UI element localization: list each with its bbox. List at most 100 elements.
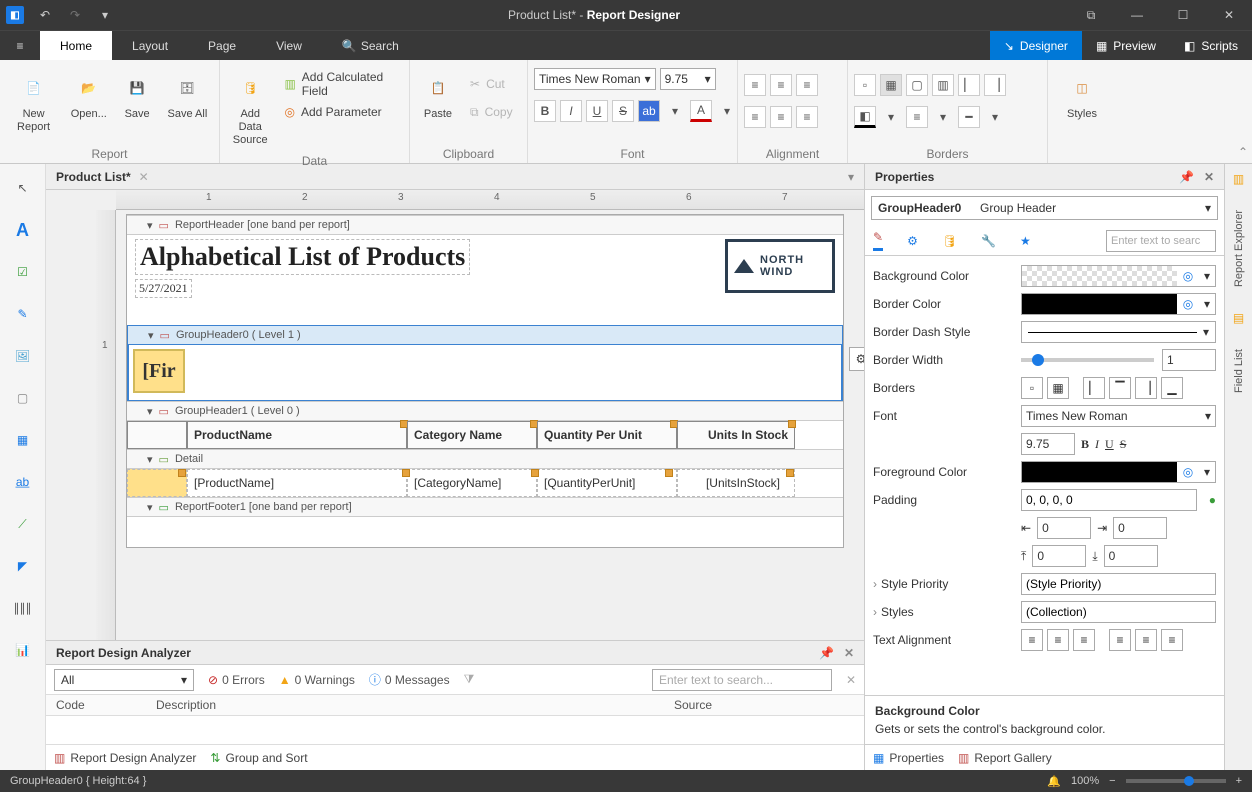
pad-right-spin[interactable]: 0 bbox=[1113, 517, 1167, 539]
highlight-dropdown[interactable]: ▾ bbox=[664, 100, 686, 122]
panel-tab-report-gallery[interactable]: ▥Report Gallery bbox=[958, 751, 1052, 765]
analyzer-col-code[interactable]: Code bbox=[46, 695, 146, 716]
prop-borderwidth-spin[interactable]: 1 bbox=[1162, 349, 1216, 371]
italic-button[interactable]: I bbox=[560, 100, 582, 122]
border-color-drop[interactable]: ▾ bbox=[880, 106, 902, 128]
border-width-drop[interactable]: ▾ bbox=[932, 106, 954, 128]
border-right[interactable]: ▕ bbox=[984, 74, 1006, 96]
analyzer-funnel-icon[interactable]: ⧩ bbox=[464, 672, 475, 687]
maximize-button[interactable]: ☐ bbox=[1160, 0, 1206, 30]
align-top-center[interactable]: ≡ bbox=[770, 74, 792, 96]
close-tab-icon[interactable]: ✕ bbox=[139, 170, 149, 184]
prop-padding-input[interactable] bbox=[1021, 489, 1197, 511]
prop-tab-appearance-icon[interactable]: ✎ bbox=[873, 230, 883, 251]
font-family-combo[interactable]: Times New Roman▾ bbox=[534, 68, 656, 90]
section-groupheader0[interactable]: [Fir ⚙ bbox=[127, 345, 843, 401]
properties-object-combo[interactable]: GroupHeader0 Group Header▾ bbox=[871, 196, 1218, 220]
border-style-btn[interactable]: ━ bbox=[958, 106, 980, 128]
prop-borderdash-editor[interactable]: ▾ bbox=[1021, 321, 1216, 343]
field-category[interactable]: [CategoryName] bbox=[407, 469, 537, 497]
mode-scripts[interactable]: ◧Scripts bbox=[1170, 31, 1252, 60]
analyzer-col-desc[interactable]: Description bbox=[146, 695, 664, 716]
tool-label[interactable]: A bbox=[9, 216, 37, 244]
report-date-label[interactable]: 5/27/2021 bbox=[135, 279, 192, 298]
tool-pointer[interactable]: ↖ bbox=[9, 174, 37, 202]
prop-tab-fav-icon[interactable]: ★ bbox=[1020, 234, 1031, 248]
bold-button[interactable]: B bbox=[534, 100, 556, 122]
tool-character-comb[interactable]: a̲b̲ bbox=[9, 468, 37, 496]
section-detail[interactable]: [ProductName] [CategoryName] [QuantityPe… bbox=[127, 469, 843, 497]
section-report-header[interactable]: Alphabetical List of Products 5/27/2021 … bbox=[127, 235, 843, 325]
first-letter-cell[interactable]: [Fir bbox=[133, 349, 185, 393]
border-outer[interactable]: ▢ bbox=[906, 74, 928, 96]
align-mid-center[interactable]: ≡ bbox=[770, 106, 792, 128]
tool-line[interactable]: ⟋ bbox=[9, 510, 37, 538]
font-color-button[interactable]: A bbox=[690, 100, 712, 122]
save-all-button[interactable]: 🗄Save All bbox=[162, 68, 213, 125]
field-units[interactable]: [UnitsInStock] bbox=[677, 469, 795, 497]
panel-tab-properties[interactable]: ▦Properties bbox=[873, 751, 944, 765]
prop-font-combo[interactable]: Times New Roman▾ bbox=[1021, 405, 1216, 427]
warnings-chip[interactable]: ▲0 Warnings bbox=[279, 673, 355, 687]
undo-button[interactable]: ↶ bbox=[30, 0, 60, 30]
tool-chart[interactable]: 📊 bbox=[9, 636, 37, 664]
qat-dropdown[interactable]: ▾ bbox=[90, 0, 120, 30]
close-button[interactable]: ✕ bbox=[1206, 0, 1252, 30]
new-report-button[interactable]: 📄New Report bbox=[6, 68, 61, 138]
tab-view[interactable]: View bbox=[256, 31, 322, 60]
detail-spacer[interactable] bbox=[127, 469, 187, 497]
band-groupheader1-bar[interactable]: ▾ ▭ GroupHeader1 ( Level 0 ) bbox=[127, 401, 843, 421]
smart-tag-button[interactable]: ⚙ bbox=[849, 347, 864, 371]
band-groupheader0-bar[interactable]: ▾ ▭ GroupHeader0 ( Level 1 ) bbox=[127, 325, 843, 345]
align-mid-right[interactable]: ≡ bbox=[796, 106, 818, 128]
align-top-right[interactable]: ≡ bbox=[796, 74, 818, 96]
border-left[interactable]: ▏ bbox=[958, 74, 980, 96]
analyzer-filter-combo[interactable]: All▾ bbox=[54, 669, 194, 691]
ribbon-collapse[interactable]: ⌃ bbox=[1238, 145, 1248, 159]
tab-home[interactable]: Home bbox=[40, 31, 112, 60]
prop-borders-editor[interactable]: ▫▦▏▔▕▁ bbox=[1021, 377, 1216, 399]
add-calc-field-button[interactable]: ▥Add Calculated Field bbox=[278, 72, 403, 96]
align-top-left[interactable]: ≡ bbox=[744, 74, 766, 96]
zoom-out-button[interactable]: − bbox=[1109, 775, 1115, 787]
tool-richtext[interactable]: ✎ bbox=[9, 300, 37, 328]
mode-designer[interactable]: ↘Designer bbox=[990, 31, 1082, 60]
cut-button[interactable]: ✂Cut bbox=[464, 72, 519, 96]
analyzer-col-source[interactable]: Source bbox=[664, 695, 864, 716]
rail-field-list[interactable]: ▤ bbox=[1233, 311, 1244, 325]
mode-preview[interactable]: ▦Preview bbox=[1082, 31, 1170, 60]
prop-stylepriority-input[interactable] bbox=[1021, 573, 1216, 595]
tool-panel[interactable]: ▢ bbox=[9, 384, 37, 412]
prop-tab-misc-icon[interactable]: 🔧 bbox=[981, 234, 996, 248]
prop-tab-behavior-icon[interactable]: ⚙ bbox=[907, 234, 918, 248]
prop-italic[interactable]: I bbox=[1095, 437, 1099, 452]
tool-barcode[interactable]: ∥∥∥ bbox=[9, 594, 37, 622]
open-button[interactable]: 📂Open... bbox=[65, 68, 112, 125]
font-size-combo[interactable]: 9.75▾ bbox=[660, 68, 716, 90]
styles-button[interactable]: ◫Styles bbox=[1054, 68, 1110, 125]
properties-close-icon[interactable]: ✕ bbox=[1204, 170, 1214, 184]
highlight-button[interactable]: ab bbox=[638, 100, 660, 122]
prop-borderwidth-slider[interactable] bbox=[1021, 358, 1154, 362]
pad-bottom-spin[interactable]: 0 bbox=[1104, 545, 1158, 567]
analyzer-close-icon[interactable]: ✕ bbox=[844, 646, 854, 660]
add-tab-button[interactable]: ⧉ bbox=[1068, 0, 1114, 30]
col-qty[interactable]: Quantity Per Unit bbox=[537, 421, 677, 449]
underline-button[interactable]: U bbox=[586, 100, 608, 122]
notification-icon[interactable]: 🔔 bbox=[1047, 775, 1061, 788]
properties-pin-icon[interactable]: 📌 bbox=[1179, 170, 1194, 184]
band-report-footer-bar[interactable]: ▾ ▭ ReportFooter1 [one band per report] bbox=[127, 497, 843, 517]
report-title-label[interactable]: Alphabetical List of Products bbox=[135, 239, 470, 275]
add-data-source-button[interactable]: 🛢Add Data Source bbox=[226, 68, 274, 152]
col-category[interactable]: Category Name bbox=[407, 421, 537, 449]
tab-group-and-sort[interactable]: ⇅Group and Sort bbox=[210, 751, 307, 765]
rail-report-explorer[interactable]: ▥ bbox=[1233, 172, 1244, 186]
tab-overflow[interactable]: ▾ bbox=[848, 170, 854, 184]
errors-chip[interactable]: ⊘0 Errors bbox=[208, 673, 265, 687]
prop-bold[interactable]: B bbox=[1081, 437, 1089, 452]
zoom-slider[interactable] bbox=[1126, 779, 1226, 783]
analyzer-pin-icon[interactable]: 📌 bbox=[819, 646, 834, 660]
prop-textalign-editor[interactable]: ≡≡≡≡≡≡ bbox=[1021, 629, 1216, 651]
field-productname[interactable]: [ProductName] bbox=[187, 469, 407, 497]
tool-picture[interactable]: 🖼 bbox=[9, 342, 37, 370]
